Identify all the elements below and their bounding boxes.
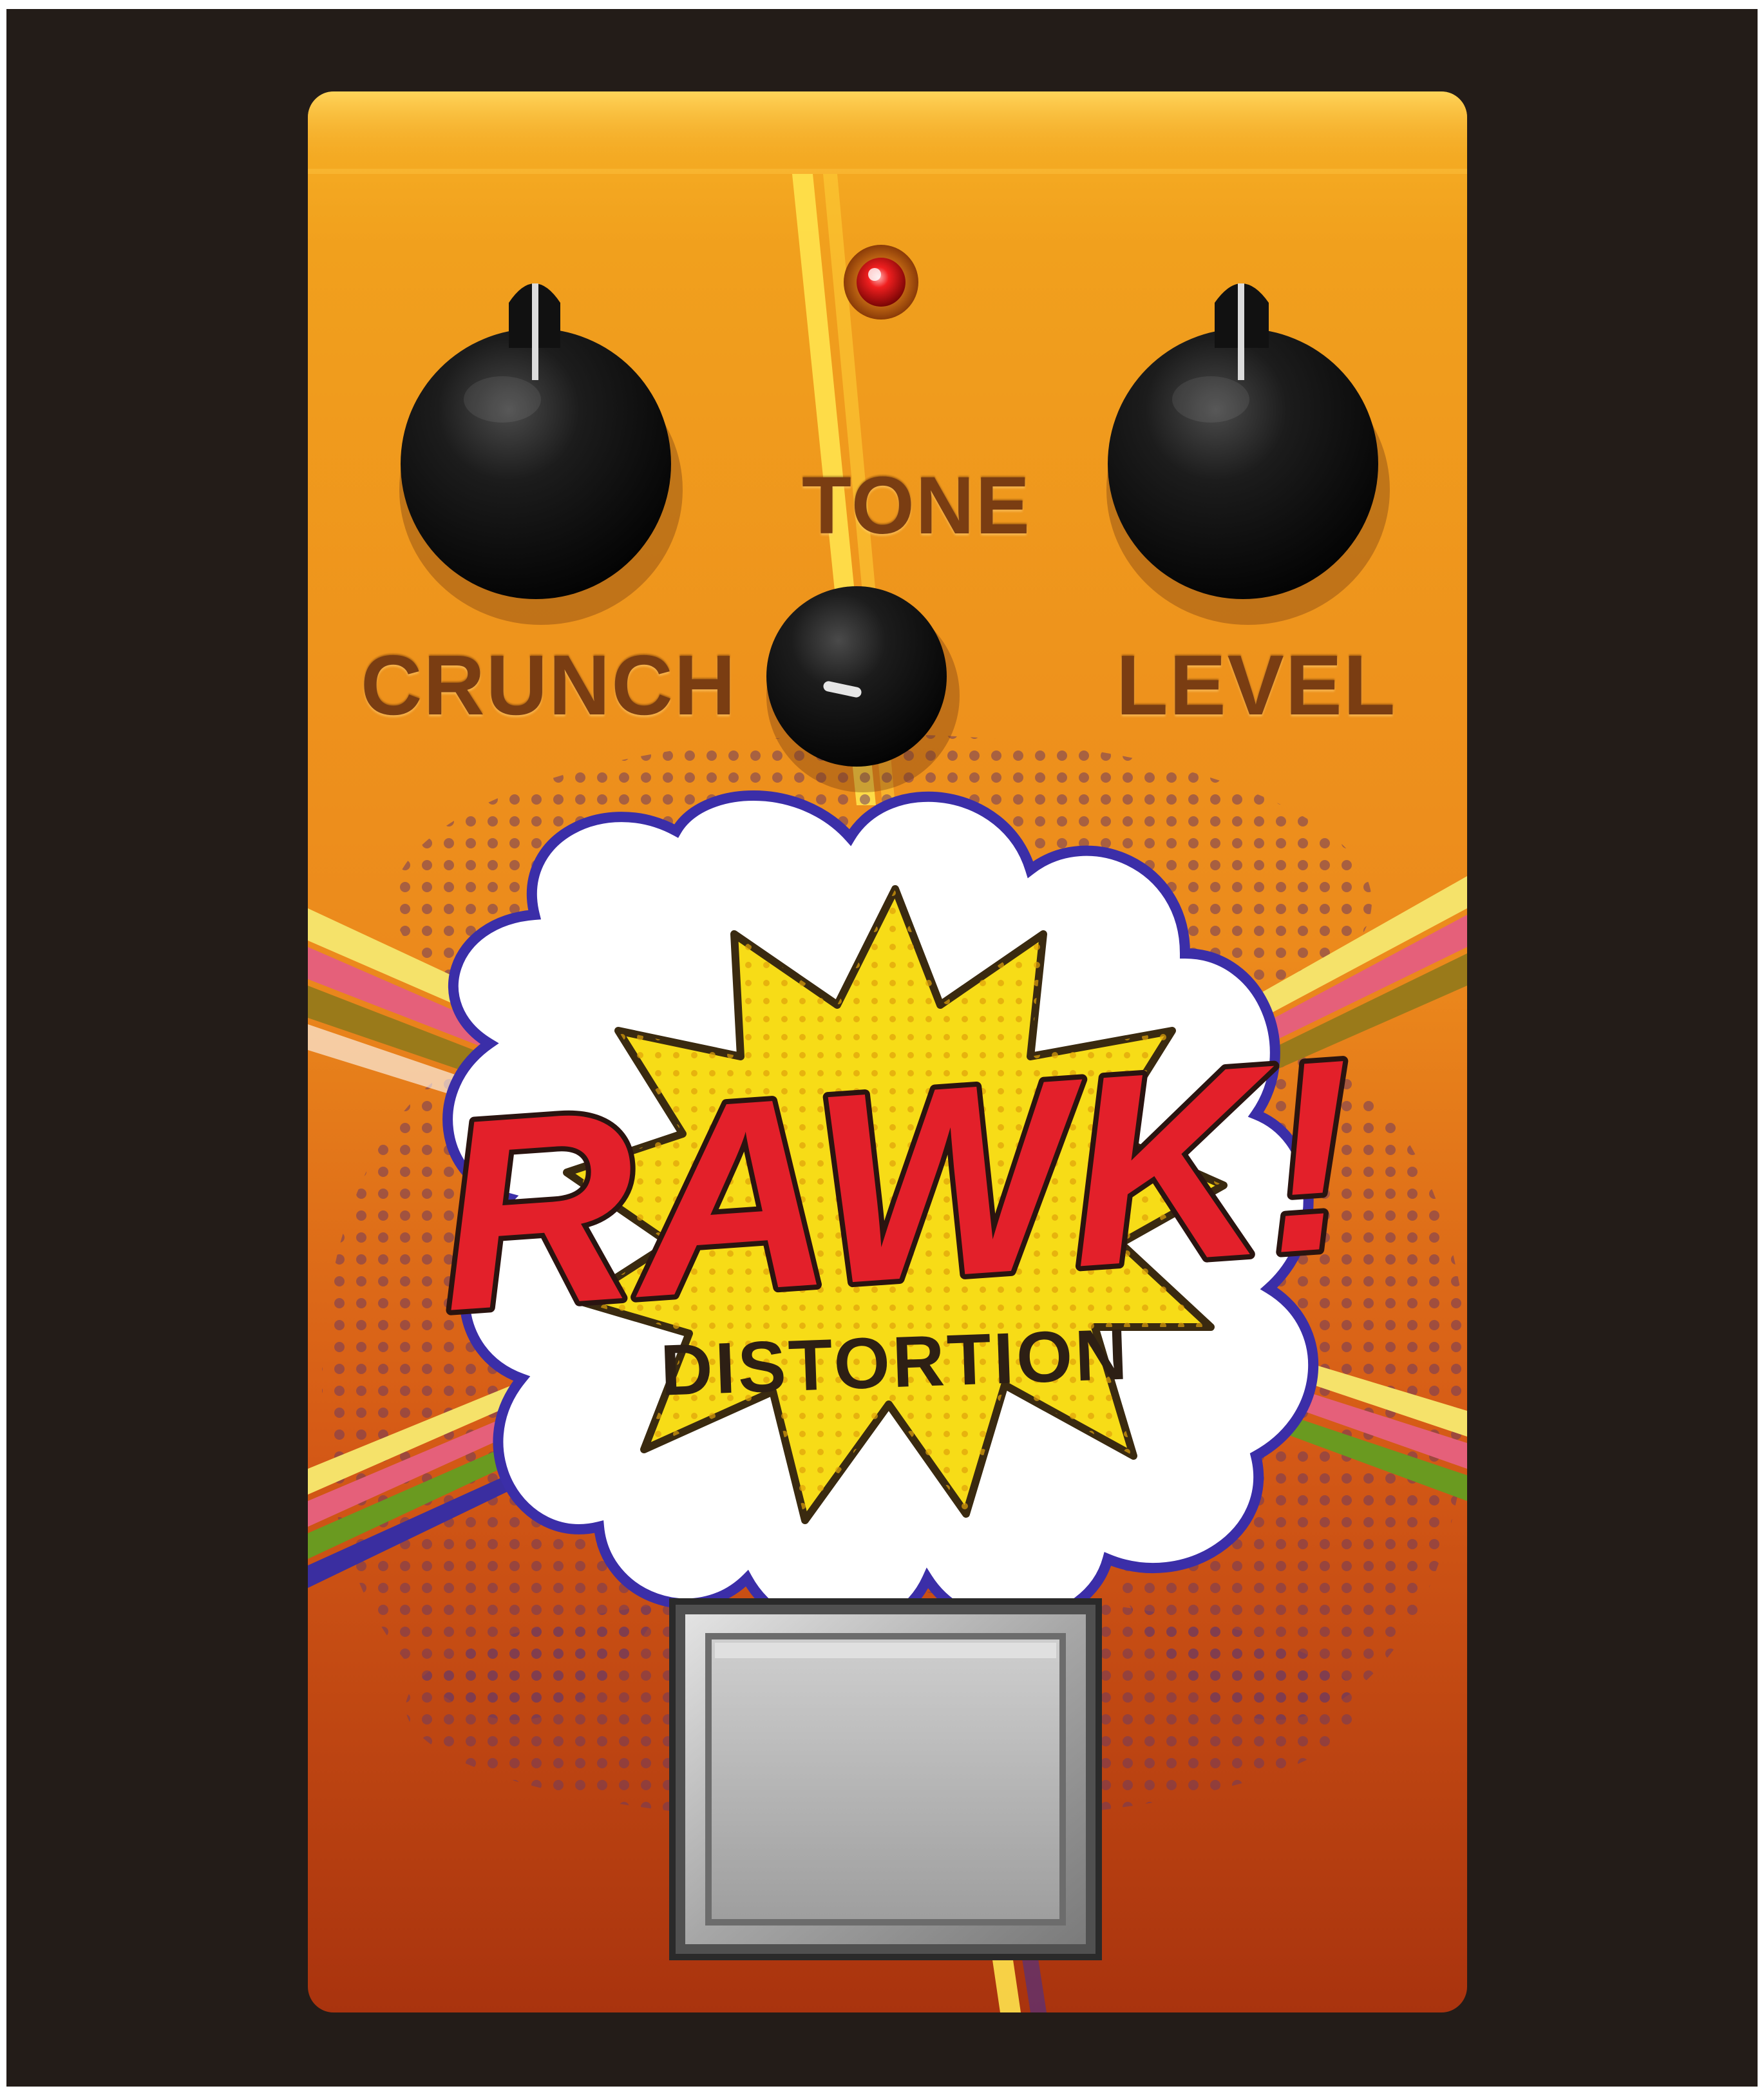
- pedal-illustration: RAWK! DISTORTION: [308, 91, 1467, 2012]
- tone-label: TONE: [802, 460, 1031, 551]
- rawk-logo: RAWK!: [424, 998, 1370, 1373]
- led-icon: [844, 245, 918, 320]
- footswitch-icon[interactable]: [669, 1598, 1102, 1960]
- level-label: LEVEL: [1116, 638, 1397, 732]
- crunch-label: CRUNCH: [361, 638, 737, 732]
- svg-text:RAWK!: RAWK!: [430, 1003, 1365, 1368]
- pedal-model-name: DISTORTION: [659, 1314, 1132, 1410]
